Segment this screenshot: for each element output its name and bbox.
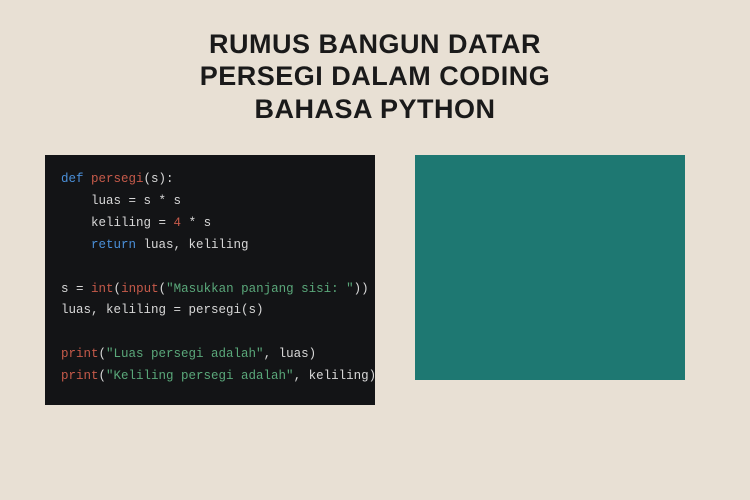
expr-luas: s * s — [144, 194, 182, 208]
string-luas: "Luas persegi adalah" — [106, 347, 264, 361]
paren-close-2: )) — [354, 282, 369, 296]
title-line-2: PERSEGI DALAM CODING — [120, 60, 630, 92]
op-eq4: = — [174, 303, 189, 317]
param-s: (s): — [144, 172, 174, 186]
p1-tail: , luas) — [264, 347, 317, 361]
builtin-print-1: print — [61, 347, 99, 361]
builtin-print-2: print — [61, 369, 99, 383]
call-persegi: persegi(s) — [189, 303, 264, 317]
string-prompt: "Masukkan panjang sisi: " — [166, 282, 354, 296]
teal-placeholder-box — [415, 155, 685, 380]
op-eq2: = — [159, 216, 174, 230]
builtin-int: int — [91, 282, 114, 296]
keyword-def: def — [61, 172, 84, 186]
code-line-luas: luas — [61, 194, 129, 208]
content-row: def persegi(s): luas = s * s keliling = … — [0, 125, 750, 405]
keyword-return: return — [61, 238, 136, 252]
string-keliling: "Keliling persegi adalah" — [106, 369, 294, 383]
p2-open: ( — [99, 369, 107, 383]
p1-open: ( — [99, 347, 107, 361]
p2-tail: , keliling) — [294, 369, 377, 383]
op-eq1: = — [129, 194, 144, 208]
expr-keliling-tail: * s — [181, 216, 211, 230]
return-values: luas, keliling — [136, 238, 249, 252]
python-code-block: def persegi(s): luas = s * s keliling = … — [45, 155, 375, 405]
title-line-1: RUMUS BANGUN DATAR — [120, 28, 630, 60]
builtin-input: input — [121, 282, 159, 296]
code-line-keliling: keliling — [61, 216, 159, 230]
paren-open-1: ( — [114, 282, 122, 296]
op-eq3: = — [76, 282, 91, 296]
number-4: 4 — [174, 216, 182, 230]
page-title: RUMUS BANGUN DATAR PERSEGI DALAM CODING … — [0, 0, 750, 125]
paren-open-2: ( — [159, 282, 167, 296]
unpack-vars: luas, keliling — [61, 303, 174, 317]
function-name-persegi: persegi — [91, 172, 144, 186]
var-s: s — [61, 282, 76, 296]
title-line-3: BAHASA PYTHON — [120, 93, 630, 125]
